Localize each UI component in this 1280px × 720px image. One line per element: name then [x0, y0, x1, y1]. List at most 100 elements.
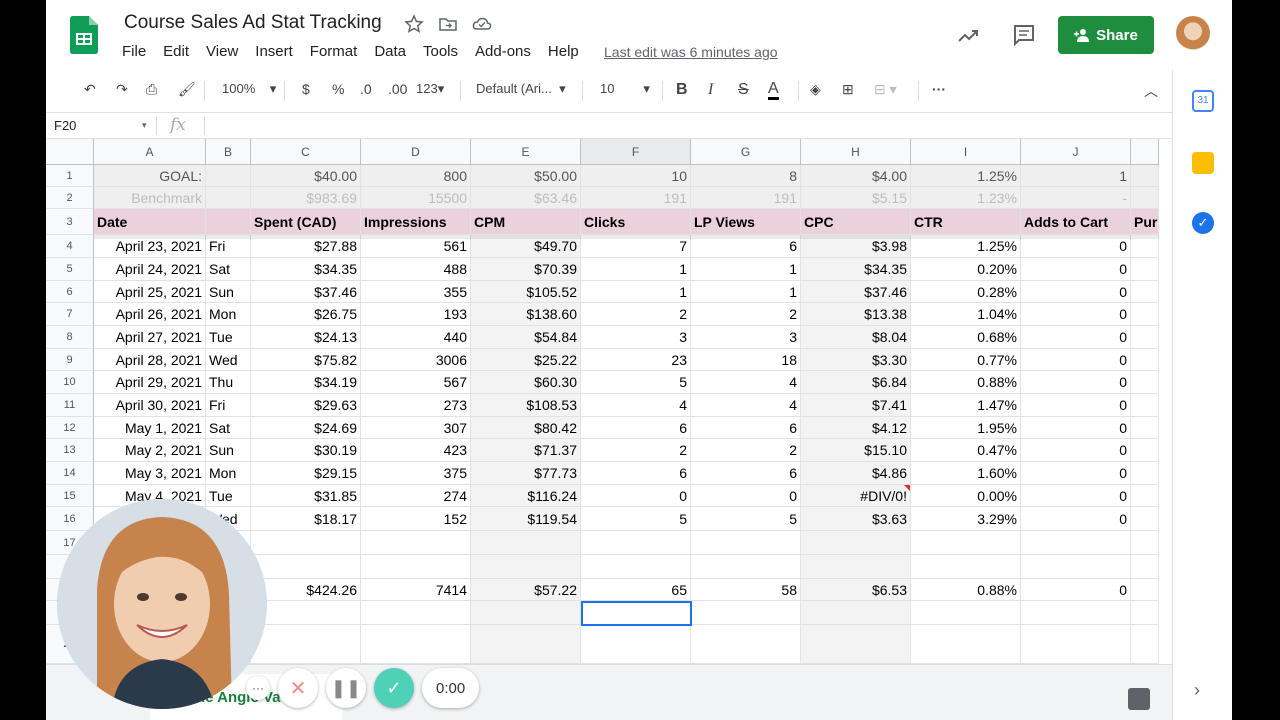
- data-cell[interactable]: 2: [691, 303, 801, 326]
- share-button[interactable]: Share: [1058, 16, 1154, 54]
- italic-button[interactable]: I: [708, 81, 713, 99]
- data-cell[interactable]: $108.53: [471, 394, 581, 417]
- header-cell[interactable]: CPM: [471, 209, 581, 235]
- header-cell[interactable]: Date: [94, 209, 206, 235]
- data-cell[interactable]: $75.82: [251, 349, 361, 371]
- data-cell[interactable]: April 29, 2021: [94, 371, 206, 394]
- tasks-icon[interactable]: ✓: [1192, 212, 1214, 234]
- data-cell[interactable]: Mon: [206, 462, 251, 485]
- menu-data[interactable]: Data: [374, 43, 406, 60]
- data-cell[interactable]: 0: [1021, 349, 1131, 371]
- data-cell[interactable]: 355: [361, 281, 471, 303]
- goal-cell[interactable]: [1131, 165, 1159, 187]
- total-cell[interactable]: 65: [581, 579, 691, 601]
- redo-icon[interactable]: ↷: [116, 81, 128, 98]
- data-cell[interactable]: $54.84: [471, 326, 581, 349]
- recorder-more-button[interactable]: ···: [246, 676, 270, 700]
- data-cell[interactable]: 0: [1021, 258, 1131, 281]
- data-cell[interactable]: 1.47%: [911, 394, 1021, 417]
- empty-cell[interactable]: [251, 531, 361, 555]
- header-cell[interactable]: Pur: [1131, 209, 1159, 235]
- empty-cell[interactable]: [1131, 601, 1159, 625]
- data-cell[interactable]: $18.17: [251, 507, 361, 531]
- row-header[interactable]: 2: [46, 187, 94, 209]
- data-cell[interactable]: 0.28%: [911, 281, 1021, 303]
- data-cell[interactable]: $6.84: [801, 371, 911, 394]
- data-cell[interactable]: $37.46: [801, 281, 911, 303]
- data-cell[interactable]: $15.10: [801, 439, 911, 462]
- data-cell[interactable]: Tue: [206, 326, 251, 349]
- data-cell[interactable]: [1131, 258, 1159, 281]
- empty-cell[interactable]: [801, 625, 911, 664]
- benchmark-cell[interactable]: $63.46: [471, 187, 581, 209]
- data-cell[interactable]: April 25, 2021: [94, 281, 206, 303]
- column-header-d[interactable]: D: [361, 139, 471, 165]
- total-cell[interactable]: $6.53: [801, 579, 911, 601]
- document-title[interactable]: Course Sales Ad Stat Tracking: [124, 12, 382, 34]
- header-cell[interactable]: Clicks: [581, 209, 691, 235]
- borders-icon[interactable]: ⊞: [842, 81, 854, 98]
- empty-cell[interactable]: [1021, 625, 1131, 664]
- data-cell[interactable]: 4: [581, 394, 691, 417]
- data-cell[interactable]: 1: [581, 281, 691, 303]
- data-cell[interactable]: $119.54: [471, 507, 581, 531]
- data-cell[interactable]: [1131, 439, 1159, 462]
- data-cell[interactable]: $3.63: [801, 507, 911, 531]
- total-cell[interactable]: 0.88%: [911, 579, 1021, 601]
- empty-cell[interactable]: [1131, 531, 1159, 555]
- goal-cell[interactable]: $50.00: [471, 165, 581, 187]
- empty-cell[interactable]: [691, 625, 801, 664]
- benchmark-cell[interactable]: 191: [691, 187, 801, 209]
- row-header[interactable]: 6: [46, 281, 94, 303]
- header-cell[interactable]: CPC: [801, 209, 911, 235]
- calendar-icon[interactable]: 31: [1192, 90, 1214, 112]
- data-cell[interactable]: $30.19: [251, 439, 361, 462]
- data-cell[interactable]: 2: [581, 439, 691, 462]
- data-cell[interactable]: [1131, 394, 1159, 417]
- empty-cell[interactable]: [911, 601, 1021, 625]
- data-cell[interactable]: 0.47%: [911, 439, 1021, 462]
- total-cell[interactable]: [1131, 579, 1159, 601]
- bold-button[interactable]: B: [676, 81, 688, 99]
- header-cell[interactable]: LP Views: [691, 209, 801, 235]
- empty-cell[interactable]: [581, 555, 691, 579]
- text-color-button[interactable]: A: [768, 81, 779, 100]
- menu-addons[interactable]: Add-ons: [475, 43, 531, 60]
- move-folder-icon[interactable]: [438, 14, 458, 34]
- data-cell[interactable]: $34.35: [801, 258, 911, 281]
- row-header[interactable]: 4: [46, 235, 94, 258]
- recorder-pause-button[interactable]: ❚❚: [326, 668, 366, 708]
- empty-cell[interactable]: [801, 531, 911, 555]
- empty-cell[interactable]: [1021, 531, 1131, 555]
- data-cell[interactable]: 274: [361, 485, 471, 507]
- data-cell[interactable]: 0.77%: [911, 349, 1021, 371]
- data-cell[interactable]: Sat: [206, 258, 251, 281]
- empty-cell[interactable]: [691, 531, 801, 555]
- goal-cell[interactable]: $4.00: [801, 165, 911, 187]
- data-cell[interactable]: Mon: [206, 303, 251, 326]
- data-cell[interactable]: Tue: [206, 485, 251, 507]
- data-cell[interactable]: 1: [691, 281, 801, 303]
- data-cell[interactable]: 5: [691, 507, 801, 531]
- increase-decimal-button[interactable]: .00: [388, 81, 407, 97]
- menu-view[interactable]: View: [206, 43, 238, 60]
- goal-cell[interactable]: 800: [361, 165, 471, 187]
- comments-icon[interactable]: [1012, 23, 1036, 47]
- print-icon[interactable]: ⎙: [146, 81, 157, 98]
- fill-color-icon[interactable]: ◈: [810, 81, 821, 98]
- goal-cell[interactable]: 10: [581, 165, 691, 187]
- empty-cell[interactable]: [801, 601, 911, 625]
- menu-format[interactable]: Format: [310, 43, 358, 60]
- empty-cell[interactable]: [361, 531, 471, 555]
- data-cell[interactable]: May 3, 2021: [94, 462, 206, 485]
- data-cell[interactable]: 152: [361, 507, 471, 531]
- column-header-g[interactable]: G: [691, 139, 801, 165]
- row-header[interactable]: 10: [46, 371, 94, 394]
- data-cell[interactable]: $31.85: [251, 485, 361, 507]
- data-cell[interactable]: Wed: [206, 349, 251, 371]
- data-cell[interactable]: $24.13: [251, 326, 361, 349]
- empty-cell[interactable]: [1021, 601, 1131, 625]
- data-cell[interactable]: Sun: [206, 439, 251, 462]
- menu-edit[interactable]: Edit: [163, 43, 189, 60]
- zoom-select[interactable]: 100% ▾: [222, 81, 276, 97]
